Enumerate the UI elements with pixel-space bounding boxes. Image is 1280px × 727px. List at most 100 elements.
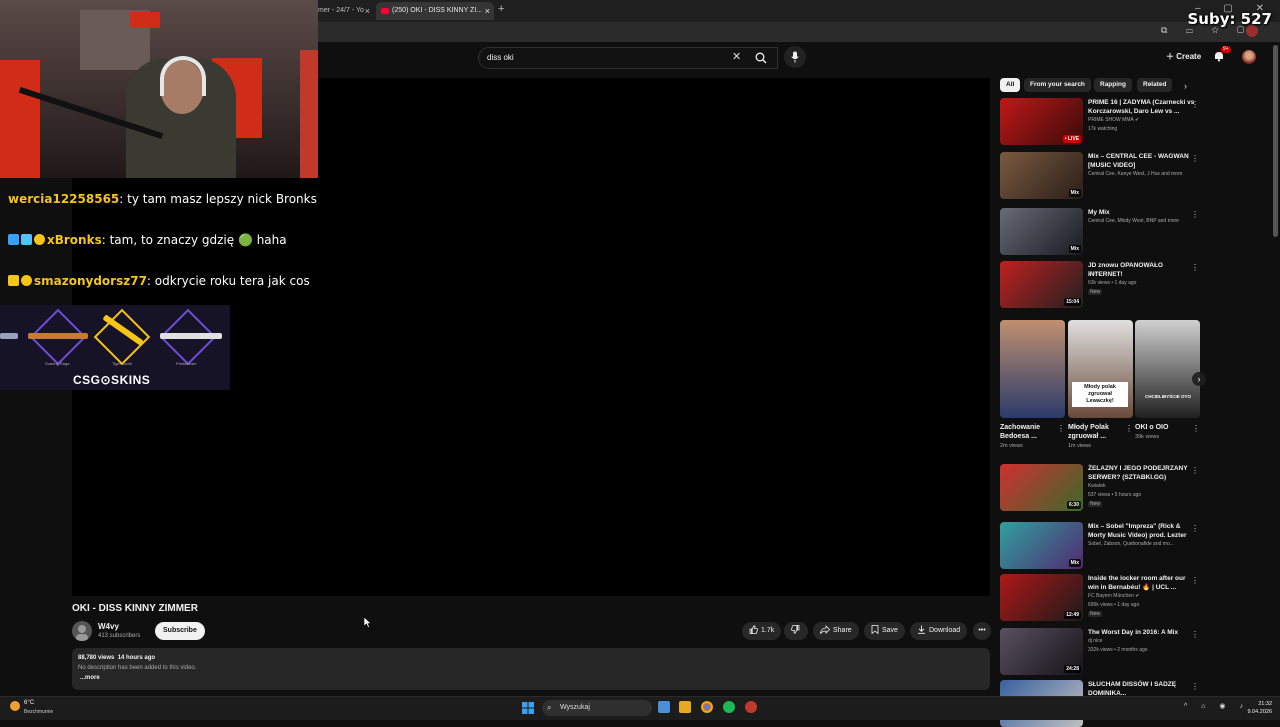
recommendation-channel[interactable]: Mayo bbox=[1088, 271, 1203, 278]
recommendation-channel[interactable]: Central Cee, Młody West, BNP and more bbox=[1088, 218, 1203, 225]
tab-close-icon[interactable]: × bbox=[365, 2, 370, 20]
short-caption: Młody polak zgruował Lewaczkę! bbox=[1072, 382, 1128, 407]
chip-from-your-search[interactable]: From your search bbox=[1024, 78, 1091, 92]
recommendation-title[interactable]: Mix – Sobel "Impreza" (Rick & Morty Musi… bbox=[1088, 522, 1196, 540]
like-button[interactable]: 1.7k bbox=[742, 622, 782, 640]
search-icon bbox=[755, 52, 767, 64]
short-title[interactable]: Młody Polak zgruował ... bbox=[1068, 423, 1120, 441]
kebab-menu-icon[interactable]: ⋮ bbox=[1191, 263, 1199, 272]
kebab-menu-icon[interactable]: ⋮ bbox=[1191, 466, 1199, 475]
chip-all[interactable]: All bbox=[1000, 78, 1021, 92]
short-thumbnail[interactable] bbox=[1000, 320, 1065, 418]
video-thumbnail[interactable]: Mix bbox=[1000, 152, 1083, 199]
video-thumbnail[interactable]: 24:28 bbox=[1000, 628, 1083, 675]
kebab-menu-icon[interactable]: ⋮ bbox=[1057, 424, 1065, 433]
chip-related[interactable]: Related bbox=[1137, 78, 1173, 92]
chat-message: wercia12258565: ty tam masz lepszy nick … bbox=[0, 186, 318, 227]
weather-temperature[interactable]: 6°C bbox=[24, 700, 34, 706]
chip-rapping[interactable]: Rapping bbox=[1094, 78, 1132, 92]
short-item[interactable]: Zachowanie Bedoesa ... 2m views ⋮ bbox=[1000, 320, 1065, 449]
short-title[interactable]: Zachowanie Bedoesa ... bbox=[1000, 423, 1052, 441]
file-explorer-icon[interactable] bbox=[679, 701, 691, 713]
kebab-menu-icon[interactable]: ⋮ bbox=[1191, 210, 1199, 219]
recommendation-channel[interactable]: dj nice bbox=[1088, 638, 1203, 645]
kebab-menu-icon[interactable]: ⋮ bbox=[1192, 424, 1200, 433]
save-button[interactable]: Save bbox=[864, 622, 905, 640]
browser-tab[interactable]: mer - 24/7 - Yo × bbox=[318, 2, 374, 20]
dislike-button[interactable] bbox=[784, 622, 808, 640]
recommendation-meta: 17k watching bbox=[1088, 126, 1118, 132]
ad-caption: Soaring Raga bbox=[45, 361, 70, 366]
recommendation-title[interactable]: PRIME 16 | ZADYMA (Czarnecki vs Korczaro… bbox=[1088, 98, 1196, 116]
channel-name[interactable]: W4vy bbox=[98, 622, 119, 631]
browser-tab-active[interactable]: (250) OKI - DISS KINNY ZI... × bbox=[376, 2, 494, 20]
kebab-menu-icon[interactable]: ⋮ bbox=[1191, 576, 1199, 585]
shorts-next-button[interactable]: › bbox=[1192, 372, 1206, 386]
clock-date: 9.04.2026 bbox=[1247, 709, 1272, 715]
voice-search-button[interactable] bbox=[784, 46, 806, 68]
kebab-menu-icon[interactable]: ⋮ bbox=[1191, 682, 1199, 691]
new-tab-button[interactable]: + bbox=[498, 3, 504, 15]
video-thumbnail[interactable]: Mix bbox=[1000, 522, 1083, 569]
chrome-icon[interactable] bbox=[701, 701, 713, 713]
chevron-right-icon[interactable]: › bbox=[1184, 81, 1187, 91]
chat-badge-icon bbox=[34, 234, 45, 245]
kebab-menu-icon[interactable]: ⋮ bbox=[1191, 524, 1199, 533]
recommendation-title[interactable]: Inside the locker room after our win in … bbox=[1088, 574, 1196, 592]
video-thumbnail[interactable]: • LIVE bbox=[1000, 98, 1083, 145]
weather-icon[interactable] bbox=[10, 701, 20, 711]
account-avatar[interactable] bbox=[1242, 50, 1256, 64]
short-item[interactable]: CHCIELIBYŚCIE OYO OKI o OIO 39k views ⋮ bbox=[1135, 320, 1200, 440]
recommendation-channel[interactable]: FC Bayern München ✔ bbox=[1088, 593, 1203, 600]
clear-search-icon[interactable]: ✕ bbox=[732, 50, 741, 63]
chat-badge-icon bbox=[21, 275, 32, 286]
channel-avatar[interactable] bbox=[72, 621, 92, 641]
duration-badge: 15:04 bbox=[1064, 298, 1081, 306]
taskbar-clock[interactable]: 21:32 9.04.2026 bbox=[1236, 700, 1272, 716]
recommendation-channel[interactable]: Sobel, Żabson, Quebonafide and mo... bbox=[1088, 541, 1203, 548]
short-views: 1m views bbox=[1068, 443, 1091, 449]
kebab-menu-icon[interactable]: ⋮ bbox=[1191, 100, 1199, 109]
taskbar-search[interactable]: ⌕ Wyszukaj bbox=[542, 700, 652, 716]
short-thumbnail[interactable]: Młody polak zgruował Lewaczkę! bbox=[1068, 320, 1133, 418]
recommendation-channel[interactable]: Central Cee, Kanye West, J Hus and more bbox=[1088, 171, 1203, 178]
short-title[interactable]: OKI o OIO bbox=[1135, 423, 1187, 432]
start-button[interactable] bbox=[522, 701, 534, 719]
video-thumbnail[interactable]: 12:49 bbox=[1000, 574, 1083, 621]
save-label: Save bbox=[882, 627, 898, 634]
recommendation-title[interactable]: Mix – CENTRAL CEE - WAGWAN [MUSIC VIDEO] bbox=[1088, 152, 1196, 170]
short-item[interactable]: Młody polak zgruował Lewaczkę! Młody Pol… bbox=[1068, 320, 1133, 449]
create-button[interactable]: ＋ Create bbox=[1160, 48, 1207, 66]
subscribe-button[interactable]: Subscribe bbox=[155, 622, 205, 640]
recommendation-channel[interactable]: Kwiatek bbox=[1088, 483, 1203, 490]
download-icon bbox=[918, 625, 925, 634]
duration-badge: Mix bbox=[1068, 559, 1081, 567]
download-button[interactable]: Download bbox=[910, 622, 968, 640]
task-view-icon[interactable] bbox=[658, 701, 670, 713]
tab-close-icon[interactable]: × bbox=[485, 2, 490, 20]
show-more-link[interactable]: ...more bbox=[80, 675, 100, 681]
more-actions-button[interactable]: ••• bbox=[973, 622, 991, 640]
new-badge: New bbox=[1088, 501, 1103, 507]
chat-username: smazonydorsz77 bbox=[34, 274, 147, 288]
spotify-icon[interactable] bbox=[723, 701, 735, 713]
page-scrollbar[interactable] bbox=[1273, 45, 1278, 237]
video-thumbnail[interactable]: 15:04 bbox=[1000, 261, 1083, 308]
kebab-menu-icon[interactable]: ⋮ bbox=[1191, 154, 1199, 163]
kebab-menu-icon[interactable]: ⋮ bbox=[1125, 424, 1133, 433]
video-thumbnail[interactable]: Mix bbox=[1000, 208, 1083, 255]
app-icon[interactable] bbox=[745, 701, 757, 713]
weather-description[interactable]: Bezchmurnie bbox=[24, 709, 53, 715]
short-thumbnail[interactable]: CHCIELIBYŚCIE OYO bbox=[1135, 320, 1200, 418]
kebab-menu-icon[interactable]: ⋮ bbox=[1191, 630, 1199, 639]
recommendation-title[interactable]: The Worst Day in 2016: A Mix bbox=[1088, 628, 1196, 637]
recommendation-meta: 537 views • 5 hours ago bbox=[1088, 492, 1142, 498]
search-button[interactable] bbox=[748, 47, 778, 69]
recommendation-title[interactable]: My Mix bbox=[1088, 208, 1196, 217]
description-box[interactable] bbox=[72, 648, 990, 690]
recommendation-channel[interactable]: PRIME SHOW MMA ✔ bbox=[1088, 117, 1203, 124]
duration-badge: Mix bbox=[1068, 189, 1081, 197]
video-thumbnail[interactable]: 6:30 bbox=[1000, 464, 1083, 511]
share-button[interactable]: Share bbox=[813, 622, 859, 640]
recommendation-title[interactable]: ŻELAZNY I JEGO PODEJRZANY SERWER? (SZTAB… bbox=[1088, 464, 1196, 482]
